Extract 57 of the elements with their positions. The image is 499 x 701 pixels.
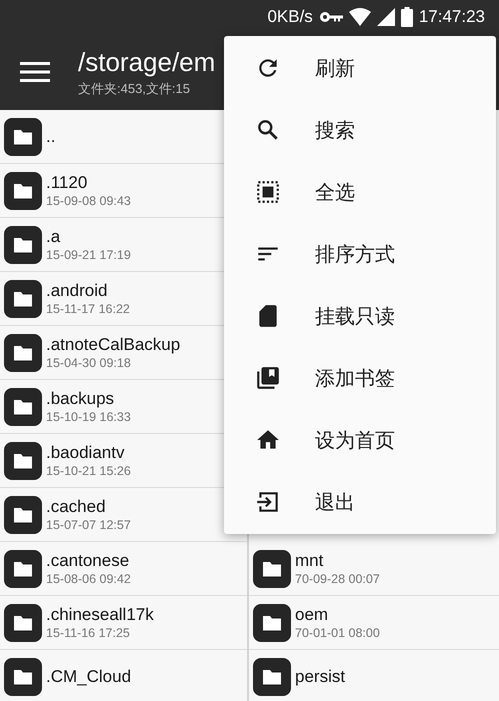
folder-icon [4,118,42,156]
folder-icon [4,550,42,588]
menu-item[interactable]: 刷新 [224,37,496,99]
folder-icon [4,496,42,534]
folder-name: mnt [295,551,324,571]
folder-row[interactable]: .chineseall17k 15-11-16 17:25 [0,596,247,650]
path-title: /storage/em [78,46,216,78]
folder-date: 15-08-06 09:42 [46,572,131,586]
folder-name: oem [295,605,330,625]
folder-name: .a [46,227,62,247]
folder-name: .backups [46,389,116,409]
folder-icon [253,550,291,588]
folder-icon [253,604,291,642]
folder-date: 15-10-19 16:33 [46,410,131,424]
folder-icon [4,388,42,426]
folder-icon [4,334,42,372]
folder-row[interactable]: .CM_Cloud [0,650,247,701]
folder-name: .cached [46,497,107,517]
folder-name: persist [295,666,346,686]
folder-icon [4,658,42,696]
folder-icon [4,442,42,480]
network-speed: 0KB/s [267,7,313,27]
folder-name: .android [46,281,108,301]
folder-date: 15-07-07 12:57 [46,518,131,532]
key-icon [318,11,343,23]
folder-date: 15-09-21 17:19 [46,248,131,262]
folder-name: .. [46,126,56,146]
folder-row[interactable]: mnt 70-09-28 00:07 [249,542,499,596]
folder-icon [4,172,42,210]
folder-name: .cantonese [46,551,130,571]
folder-date: 15-11-16 17:25 [46,626,131,640]
folder-icon [4,226,42,264]
folder-date: 15-09-08 09:43 [46,194,131,208]
folder-row[interactable]: .cantonese 15-08-06 09:42 [0,542,247,596]
menu-icon[interactable] [20,61,50,83]
folder-icon [4,280,42,318]
folder-date: 15-11-17 16:22 [46,302,130,316]
signal-icon [376,8,395,26]
folder-name: .chineseall17k [46,605,154,625]
folder-icon [253,658,291,696]
folder-count: 文件夹:453,文件:15 [78,80,191,98]
folder-row[interactable]: oem 70-01-01 08:00 [249,596,499,650]
folder-date: 15-10-21 15:26 [46,464,131,478]
bookmarks-icon [255,365,281,391]
folder-date: 70-01-01 08:00 [295,626,380,640]
folder-date: 70-09-28 00:07 [295,572,380,586]
folder-name: .atnoteCalBackup [46,335,180,355]
folder-name: .baodiantv [46,443,126,463]
battery-icon [400,7,413,27]
clock: 17:47:23 [418,7,485,27]
folder-date: 15-04-30 09:18 [46,356,132,370]
folder-name: .CM_Cloud [46,666,132,686]
wifi-icon [348,8,371,26]
folder-name: .1120 [46,173,88,193]
folder-row[interactable]: persist [249,650,499,701]
folder-icon [4,604,42,642]
select-all-icon [255,179,281,205]
